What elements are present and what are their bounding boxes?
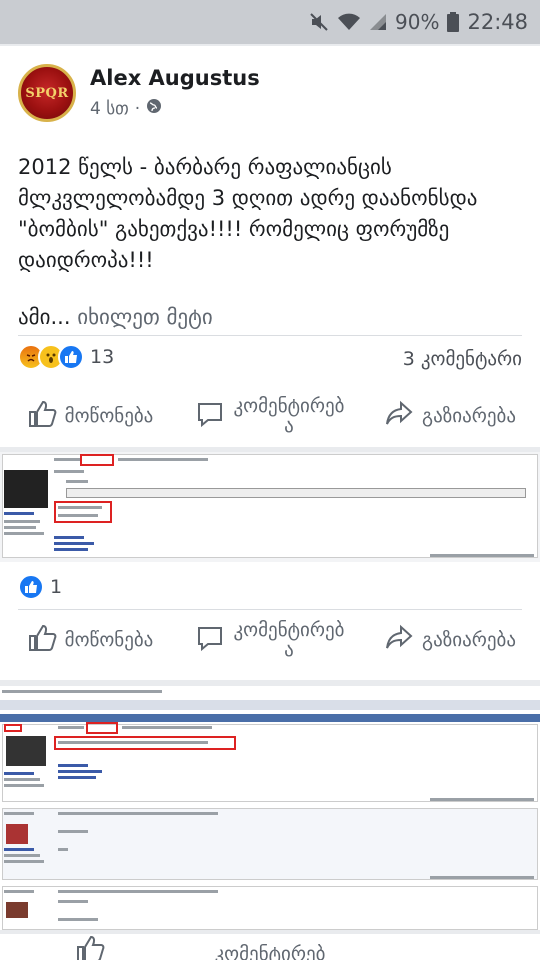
post-text: 2012 წელს - ბარბარე რაფალიანცის მლკვლელო… — [18, 155, 478, 272]
comment-label: კომენტირებ ა — [233, 395, 345, 437]
status-bar: 90% 22:48 — [0, 0, 540, 44]
like-reaction-icon — [18, 574, 44, 600]
signal-icon — [369, 13, 387, 31]
comment-button[interactable]: კომენტირებ ა — [180, 396, 360, 436]
like-button[interactable]: მოწონება — [0, 623, 180, 658]
mute-icon — [309, 12, 329, 32]
comment-label: კომენტირებ ა — [233, 619, 345, 661]
like-label: მოწონება — [64, 405, 154, 427]
forum-user-avatar — [6, 824, 28, 844]
forum-screenshot-2[interactable] — [0, 686, 540, 930]
wifi-icon — [337, 12, 361, 32]
reaction-count: 13 — [90, 346, 115, 368]
like-button[interactable]: მოწონება — [0, 399, 180, 434]
comment-icon — [195, 623, 225, 658]
post-card: SPQR Alex Augustus 4 სთ · 2012 წელს - ბა… — [0, 46, 540, 447]
comment-label: კომენტირებ — [214, 943, 326, 960]
reactions-summary[interactable]: 1 — [18, 574, 62, 600]
like-reaction-icon — [58, 344, 84, 370]
battery-icon — [447, 12, 460, 32]
like-icon — [27, 623, 57, 658]
highlight-box — [80, 454, 114, 466]
comments-count[interactable]: 3 კომენტარი — [403, 348, 522, 370]
comment-button[interactable]: კომენტირებ ა — [180, 620, 360, 660]
post-text-end: ამი... — [18, 305, 71, 329]
image-post-card-1: 1 მოწონება კომენტირებ ა გაზიარება — [0, 562, 540, 680]
see-more-link[interactable]: იხილეთ მეტი — [77, 305, 212, 329]
forum-user-avatar — [4, 470, 48, 508]
like-icon — [27, 399, 57, 434]
share-label: გაზიარება — [422, 405, 516, 427]
reactions-summary[interactable]: 13 — [18, 344, 114, 370]
forum-user-avatar — [6, 902, 28, 918]
action-bar: მოწონება კომენტირებ ა გაზიარება — [0, 610, 540, 670]
share-button[interactable]: გაზიარება — [360, 623, 540, 658]
share-label: გაზიარება — [422, 629, 516, 651]
globe-icon — [146, 98, 162, 119]
battery-percent: 90% — [395, 10, 440, 34]
share-button[interactable]: გაზიარება — [360, 399, 540, 434]
post-time[interactable]: 4 სთ — [90, 99, 129, 119]
post-meta: 4 სთ · — [90, 98, 162, 119]
comment-button[interactable]: კომენტირებ — [180, 944, 360, 960]
reaction-count: 1 — [50, 576, 63, 598]
forum-screenshot-1[interactable] — [0, 452, 540, 562]
action-bar: კომენტირებ — [0, 934, 540, 960]
see-more-line: ამი... იხილეთ მეტი — [18, 302, 213, 333]
like-label: მოწონება — [64, 629, 154, 651]
divider — [18, 335, 522, 336]
action-bar: მოწონება კომენტირებ ა გაზიარება — [0, 386, 540, 446]
highlight-box — [54, 501, 112, 523]
share-icon — [384, 399, 414, 434]
like-button[interactable] — [0, 934, 180, 960]
image-post-card-2: კომენტირებ — [0, 934, 540, 960]
forum-user-avatar — [6, 736, 46, 766]
highlight-box — [86, 722, 118, 734]
clock: 22:48 — [467, 10, 528, 34]
like-icon — [75, 934, 105, 960]
share-icon — [384, 623, 414, 658]
highlight-box — [4, 724, 22, 732]
post-author[interactable]: Alex Augustus — [90, 66, 260, 90]
avatar[interactable]: SPQR — [18, 64, 76, 122]
comment-icon — [195, 399, 225, 434]
